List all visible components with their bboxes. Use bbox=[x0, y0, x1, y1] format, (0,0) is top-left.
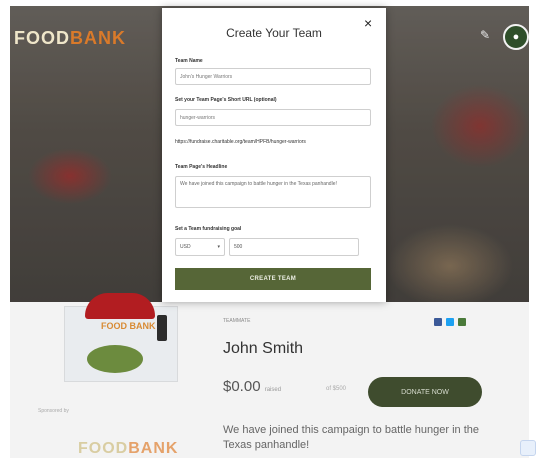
phone-graphic bbox=[157, 315, 167, 341]
avatar[interactable]: ● bbox=[503, 24, 529, 50]
goal-row: USD ▾ 500 bbox=[175, 238, 359, 256]
campaign-description: We have joined this campaign to battle h… bbox=[223, 424, 480, 451]
social-share bbox=[434, 318, 466, 326]
headline-label: Team Page's Headline bbox=[175, 164, 228, 170]
logo-text-food: FOOD bbox=[14, 28, 70, 48]
email-icon[interactable] bbox=[458, 318, 466, 326]
card-logo: FOOD BANK bbox=[101, 321, 156, 331]
currency-select[interactable]: USD ▾ bbox=[175, 238, 225, 256]
facebook-icon[interactable] bbox=[434, 318, 442, 326]
donate-button[interactable]: DONATE NOW bbox=[368, 377, 482, 407]
goal-label: of $500 bbox=[326, 386, 347, 392]
currency-value: USD bbox=[180, 244, 191, 250]
short-url-label: Set your Team Page's Short URL (optional… bbox=[175, 97, 277, 103]
goal-amount-input[interactable]: 500 bbox=[229, 238, 359, 256]
greens-graphic bbox=[87, 345, 143, 373]
team-name-input[interactable]: John's Hunger Warriors bbox=[175, 68, 371, 85]
chevron-down-icon: ▾ bbox=[217, 244, 220, 250]
sponsor-logo-food: FOOD bbox=[78, 440, 129, 457]
sponsor-logo-bank: BANK bbox=[128, 440, 179, 457]
sponsor-logo: FOODBANK bbox=[78, 440, 178, 458]
santa-hat-graphic bbox=[85, 293, 155, 319]
teammate-label: TEAMMATE bbox=[223, 318, 251, 324]
twitter-icon[interactable] bbox=[446, 318, 454, 326]
url-preview: https://fundraise.charitable.org/team/HP… bbox=[175, 139, 306, 145]
goal-label: Set a Team fundraising goal bbox=[175, 226, 242, 232]
sponsor-label: Sponsored by bbox=[38, 408, 69, 414]
modal-title: Create Your Team bbox=[226, 26, 322, 40]
food-bank-logo[interactable]: FOODBANK bbox=[14, 28, 126, 49]
amount-value: $0.00 bbox=[223, 378, 261, 395]
fundraiser-name: John Smith bbox=[223, 340, 304, 357]
close-icon[interactable]: × bbox=[364, 16, 372, 30]
amount-suffix: raised bbox=[264, 387, 282, 393]
team-name-label: Team Name bbox=[175, 58, 203, 64]
create-team-button[interactable]: CREATE TEAM bbox=[175, 268, 371, 290]
create-team-modal: Create Your Team × Team Name John's Hung… bbox=[162, 8, 386, 302]
headline-textarea[interactable]: We have joined this campaign to battle h… bbox=[175, 176, 371, 208]
share-icon[interactable]: ✎ bbox=[480, 28, 490, 42]
amount-raised: $0.00 raised bbox=[223, 378, 281, 395]
logo-text-bank: BANK bbox=[70, 28, 126, 48]
campaign-card-image: FOOD BANK bbox=[64, 293, 178, 382]
short-url-input[interactable]: hunger-warriors bbox=[175, 109, 371, 126]
recaptcha-badge[interactable] bbox=[520, 440, 536, 456]
